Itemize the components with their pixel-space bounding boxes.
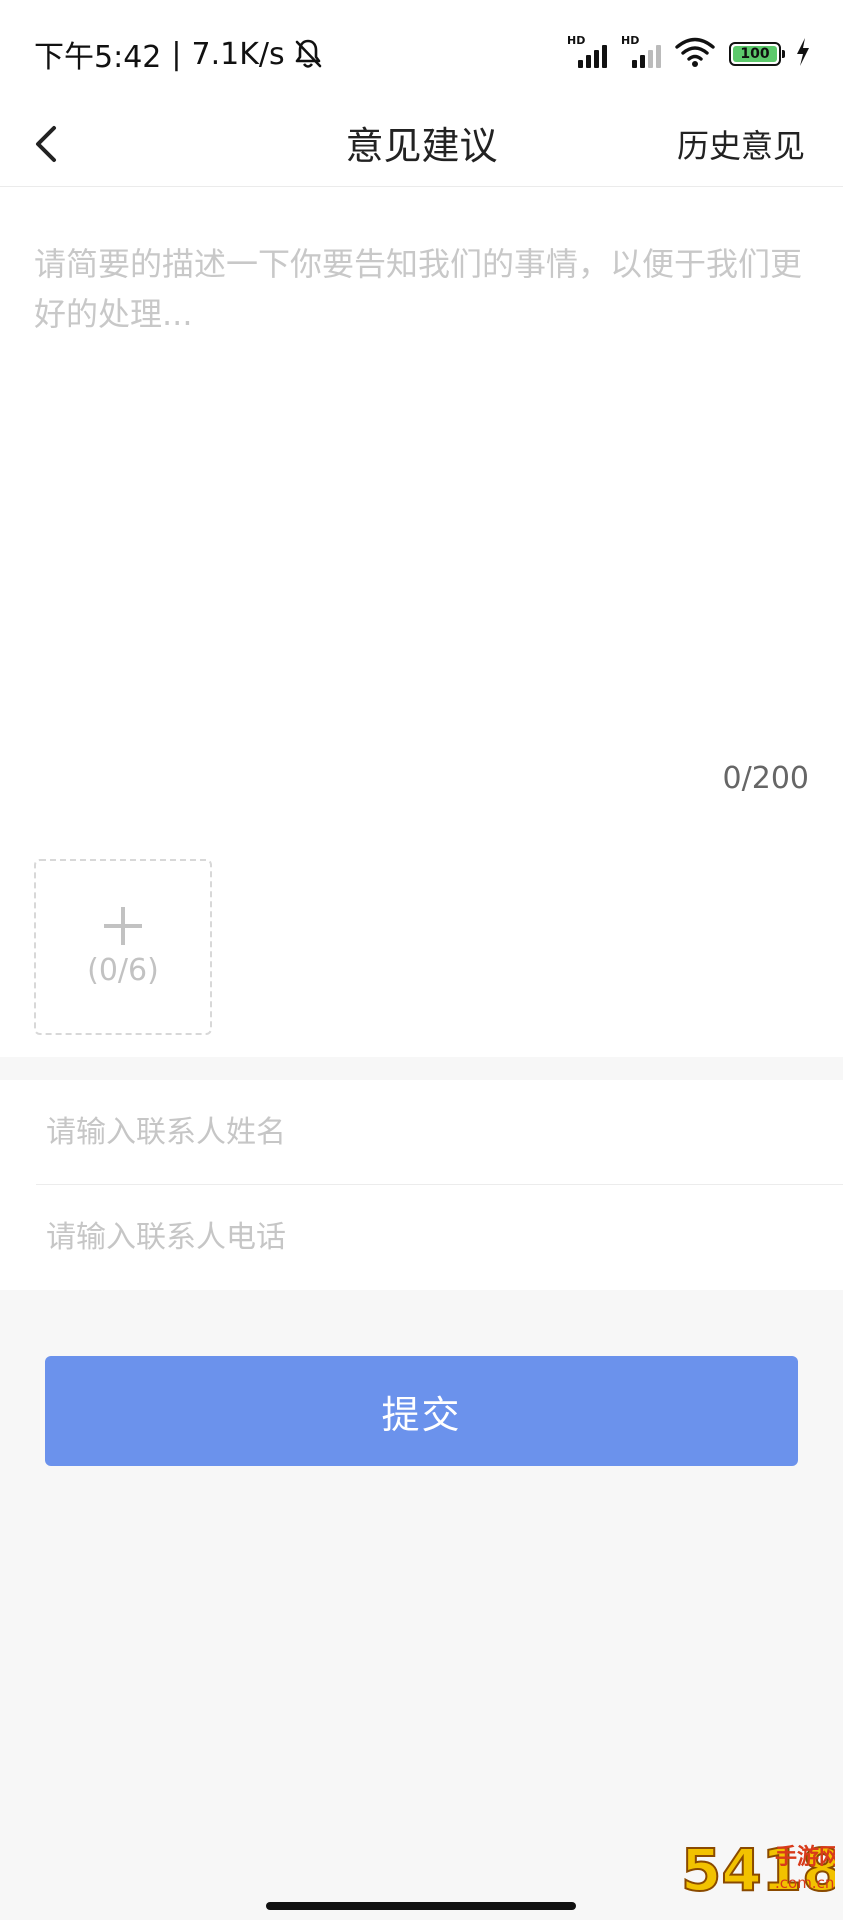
- back-button[interactable]: [32, 114, 96, 178]
- nav-bar: 意见建议 历史意见: [0, 106, 843, 187]
- charging-icon: [795, 37, 811, 71]
- feedback-panel: 0/200 (0/6): [0, 187, 843, 1057]
- status-net-speed: 7.1K/s: [191, 36, 285, 72]
- watermark-domain: .com.cn: [775, 1874, 834, 1892]
- home-indicator[interactable]: [266, 1902, 576, 1910]
- plus-icon: [104, 906, 142, 945]
- signal-icon: HD: [567, 34, 607, 70]
- status-time: 下午5:42: [34, 40, 162, 75]
- watermark-text: 手游网: [775, 1844, 835, 1870]
- submit-button[interactable]: 提交: [45, 1356, 798, 1466]
- feedback-textarea[interactable]: [34, 239, 804, 689]
- contact-phone-input[interactable]: [36, 1185, 843, 1289]
- status-right: HD HD 100: [567, 34, 811, 74]
- contact-panel: [0, 1080, 843, 1290]
- bell-muted-icon: [293, 38, 323, 70]
- feedback-screen: 下午5:42 | 7.1K/s HD HD 100 意见建议 历史意见 请简要的…: [0, 0, 843, 1920]
- battery-level: 100: [733, 46, 777, 62]
- image-upload-button[interactable]: (0/6): [34, 859, 212, 1035]
- status-bar: 下午5:42 | 7.1K/s HD HD 100: [0, 0, 843, 106]
- status-left: 下午5:42 | 7.1K/s: [34, 34, 323, 75]
- contact-phone-row: [36, 1185, 843, 1289]
- wifi-icon: [675, 36, 715, 72]
- history-feedback-link[interactable]: 历史意见: [677, 106, 805, 186]
- contact-name-input[interactable]: [36, 1080, 843, 1184]
- contact-name-row: [36, 1080, 843, 1185]
- signal-icon: HD: [621, 34, 661, 70]
- char-counter: 0/200: [722, 761, 809, 796]
- watermark-logo: 5418 手游网 .com.cn: [680, 1835, 835, 1905]
- status-separator: |: [171, 36, 182, 72]
- upload-count: (0/6): [87, 952, 159, 988]
- battery-icon: 100: [729, 42, 785, 66]
- chevron-left-icon: [32, 124, 60, 168]
